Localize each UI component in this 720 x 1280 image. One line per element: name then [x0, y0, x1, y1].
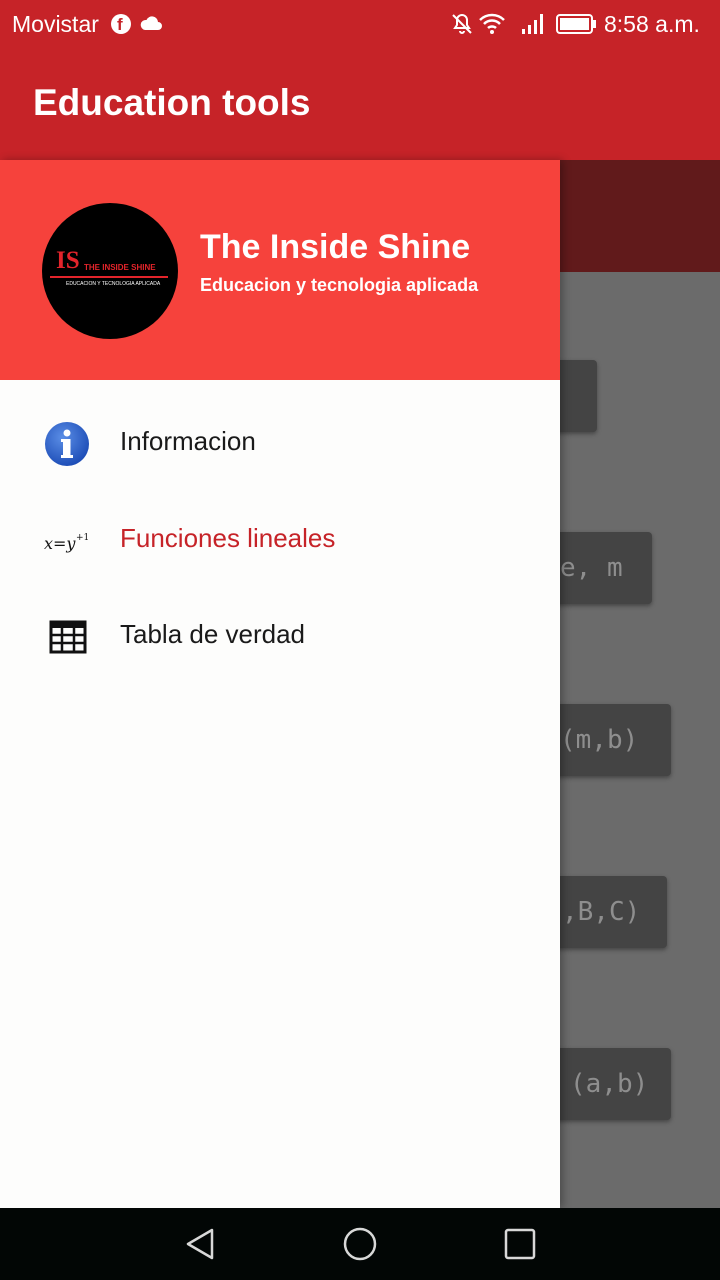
system-nav-bar — [0, 1208, 720, 1280]
facebook-icon: f — [111, 14, 131, 34]
carrier-name: Movistar — [12, 11, 99, 37]
navigation-drawer: IS THE INSIDE SHINE EDUCACION Y TECNOLOG… — [0, 160, 560, 1208]
drawer-header: IS THE INSIDE SHINE EDUCACION Y TECNOLOG… — [0, 160, 560, 380]
linear-function-icon: x=y +1 — [44, 533, 89, 553]
app-title: Education tools — [33, 82, 311, 123]
cloud-icon — [140, 16, 162, 30]
logo-initials: IS — [56, 247, 80, 274]
menu-item-informacion[interactable]: Informacion — [0, 396, 560, 492]
brand-logo: IS THE INSIDE SHINE EDUCACION Y TECNOLOG… — [42, 203, 178, 339]
menu-item-label: Informacion — [120, 426, 256, 456]
menu-item-tabla-de-verdad[interactable]: Tabla de verdad — [0, 589, 560, 685]
battery-icon — [556, 14, 596, 34]
drawer-title: The Inside Shine — [200, 228, 471, 266]
menu-item-label: Tabla de verdad — [120, 619, 306, 649]
recents-icon[interactable] — [502, 1226, 538, 1262]
home-icon[interactable] — [342, 1226, 378, 1262]
signal-icon — [522, 14, 543, 34]
logo-divider — [50, 276, 168, 278]
back-icon[interactable] — [182, 1226, 218, 1262]
svg-text:+1: +1 — [76, 533, 89, 543]
drawer-subtitle: Educacion y tecnologia aplicada — [200, 275, 479, 295]
menu-item-funciones-lineales[interactable]: x=y +1 Funciones lineales — [0, 493, 560, 589]
info-icon — [45, 422, 89, 466]
background-tab-strip — [560, 160, 720, 272]
mute-icon — [452, 13, 472, 34]
svg-text:x=y: x=y — [44, 534, 76, 553]
logo-tagline: EDUCACION Y TECNOLOGIA APLICADA — [66, 281, 161, 287]
logo-name: THE INSIDE SHINE — [84, 263, 156, 272]
table-icon — [49, 620, 87, 654]
wifi-icon — [479, 13, 505, 34]
app-bar: Education tools — [0, 50, 720, 160]
status-bar: Movistar f 8:58 a.m. — [0, 0, 720, 50]
menu-item-label: Funciones lineales — [120, 523, 336, 553]
clock: 8:58 a.m. — [604, 11, 700, 37]
